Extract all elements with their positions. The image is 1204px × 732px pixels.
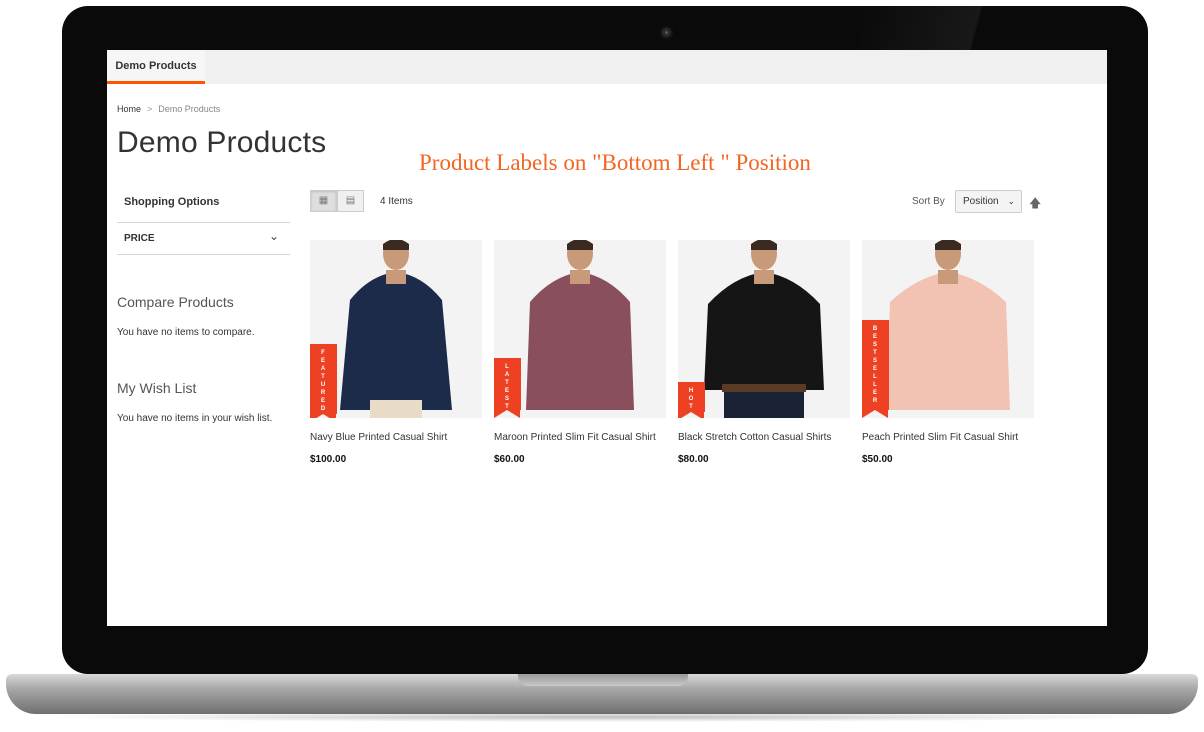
product-label-best-seller: BEST SELLER: [862, 320, 889, 418]
breadcrumb-current: Demo Products: [158, 104, 221, 114]
shopping-options-title: Shopping Options: [124, 196, 220, 208]
browser-screen: Demo Products Home > Demo Products Demo Pr…: [107, 50, 1107, 626]
compare-empty-text: You have no items to compare.: [117, 327, 255, 338]
grid-view-icon[interactable]: ▦: [310, 190, 337, 212]
product-image[interactable]: BEST SELLER: [862, 240, 1034, 418]
product-label-latest: LATEST: [494, 358, 521, 418]
list-view-icon[interactable]: ▤: [337, 190, 364, 212]
shirt-shape: [526, 272, 634, 410]
wishlist-title: My Wish List: [117, 380, 197, 396]
filter-divider: [117, 254, 290, 255]
shirt-shape: [340, 272, 452, 410]
items-count: 4 Items: [380, 196, 413, 207]
product-image[interactable]: LATEST: [494, 240, 666, 418]
product-price: $50.00: [862, 454, 893, 465]
webcam-icon: [662, 28, 671, 37]
product-name[interactable]: Black Stretch Cotton Casual Shirts: [678, 432, 831, 443]
product-label-hot: HOT: [678, 382, 705, 418]
product-image[interactable]: FEATURED: [310, 240, 482, 418]
top-nav: Demo Products: [107, 50, 1107, 84]
product-price: $60.00: [494, 454, 525, 465]
sort-select[interactable]: Position ⌄: [955, 190, 1022, 213]
breadcrumb: Home > Demo Products: [117, 104, 220, 114]
product-image[interactable]: HOT: [678, 240, 850, 418]
laptop-notch: [518, 674, 688, 686]
page-title: Demo Products: [117, 126, 327, 159]
product-price: $100.00: [310, 454, 347, 465]
compare-products-title: Compare Products: [117, 294, 234, 310]
product-name[interactable]: Peach Printed Slim Fit Casual Shirt: [862, 432, 1018, 443]
shirt-shape: [886, 272, 1010, 410]
nav-tab-demo-products[interactable]: Demo Products: [107, 50, 205, 84]
laptop-shadow: [30, 712, 1174, 722]
product-price: $80.00: [678, 454, 709, 465]
price-filter[interactable]: PRICE: [124, 233, 155, 244]
sort-by-label: Sort By: [912, 196, 945, 207]
chevron-down-icon[interactable]: ⌄: [269, 229, 279, 243]
breadcrumb-separator: >: [147, 104, 153, 114]
filter-divider: [117, 222, 290, 223]
product-name[interactable]: Navy Blue Printed Casual Shirt: [310, 432, 447, 443]
promo-caption: Product Labels on "Bottom Left " Positio…: [419, 150, 811, 175]
breadcrumb-home[interactable]: Home: [117, 104, 141, 114]
product-label-featured: FEATURED: [310, 344, 337, 418]
sort-select-value: Position: [963, 196, 999, 207]
product-name[interactable]: Maroon Printed Slim Fit Casual Shirt: [494, 432, 656, 443]
chevron-down-icon: ⌄: [1007, 196, 1015, 206]
wishlist-empty-text: You have no items in your wish list.: [117, 413, 273, 424]
sort-direction-arrow-icon[interactable]: 🡅: [1029, 194, 1041, 215]
